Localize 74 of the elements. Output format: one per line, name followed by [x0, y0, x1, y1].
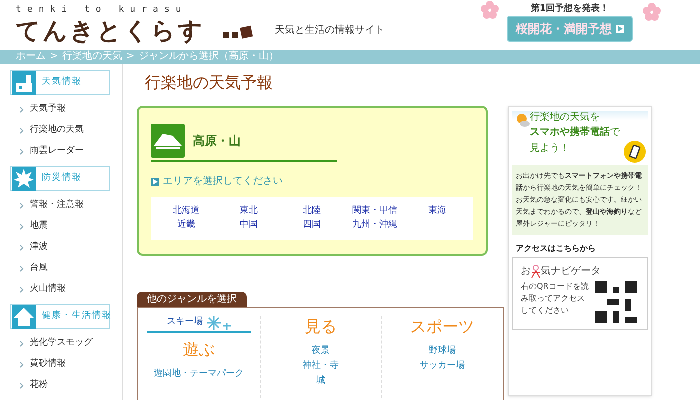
snowflake-icon [206, 316, 231, 330]
sidebar-category: 健康・生活情報 [10, 304, 110, 329]
blossom-icon [642, 2, 662, 22]
sidebar-category: 天気情報 [10, 70, 110, 95]
chevron-icon [20, 286, 24, 292]
genre-link[interactable]: スキー場 [166, 316, 203, 330]
genre-heading: 遊ぶ [182, 339, 215, 361]
mountain-icon [151, 124, 185, 158]
access-title: アクセスはこちらから [515, 243, 597, 255]
chevron-icon [20, 244, 24, 250]
sidebar-link[interactable]: 黄砂情報 [30, 358, 66, 372]
sidebar-link[interactable]: 行楽地の天気 [30, 124, 84, 138]
sidebar-link[interactable]: 津波 [30, 240, 48, 254]
sidebar-link[interactable]: 天気予報 [30, 102, 66, 116]
sidebar-link[interactable]: 火山情報 [30, 282, 66, 296]
burst-icon [12, 166, 36, 190]
app-logo-text: お [521, 265, 531, 279]
sidebar-link[interactable]: 警報・注意報 [30, 198, 84, 212]
qr-code-drawing [595, 281, 637, 323]
area-link[interactable]: 中国 [218, 219, 281, 232]
area-prompt: エリアを選択してください [163, 175, 283, 189]
genre-title: 高原・山 [193, 133, 241, 150]
promo-note: 第1回予想を発表！ [530, 2, 610, 16]
sidebar-link[interactable]: 地震 [30, 220, 48, 234]
logo-romaji: tenki to kurasu [16, 4, 188, 16]
panel-heading: 行楽地の天気を [530, 111, 600, 125]
chevron-icon [20, 106, 24, 112]
chevron-icon [20, 224, 24, 230]
genre-heading: 見る [304, 316, 337, 338]
chevron-icon [20, 340, 24, 346]
genre-link[interactable]: 夜景 [312, 344, 330, 359]
chevron-icon [20, 362, 24, 368]
sidebar-link[interactable]: 花粉 [30, 378, 48, 392]
area-link[interactable]: 北陸 [280, 205, 344, 218]
panel-heading: スマホや携帯電話で [530, 126, 620, 140]
area-link[interactable]: 東北 [218, 205, 281, 218]
genre-link[interactable]: 神社・寺 [302, 359, 339, 374]
area-link[interactable]: 関東・甲信 [343, 205, 406, 218]
breadcrumb-separator: > [126, 50, 135, 64]
sidebar-category: 防災情報 [10, 166, 110, 191]
page-title: 行楽地の天気予報 [144, 72, 274, 94]
panel-heading: 見よう！ [530, 142, 570, 156]
blossom-icon [480, 0, 500, 20]
site-tagline: 天気と生活の情報サイト [275, 24, 385, 38]
chevron-icon [20, 382, 24, 388]
phone-icon [624, 141, 646, 163]
area-link[interactable]: 近畿 [155, 219, 218, 232]
sun-cloud-icon [516, 113, 530, 127]
play-icon [616, 25, 624, 33]
area-link[interactable]: 九州・沖縄 [343, 219, 406, 232]
qr-instructions: 右のQRコードを読み取ってアクセスしてください [521, 281, 590, 317]
breadcrumb-separator: > [50, 50, 58, 64]
sidebar-link[interactable]: 光化学スモッグ [30, 336, 93, 350]
area-link[interactable]: 北海道 [155, 205, 218, 218]
site-logo[interactable]: てんきとくらす [16, 16, 205, 46]
app-logo-text: 気ナビゲータ [541, 265, 601, 279]
genre-link[interactable]: 遊園地・テーマパーク [154, 367, 244, 382]
area-link[interactable]: 四国 [280, 219, 344, 232]
sidebar-link[interactable]: 台風 [30, 262, 48, 276]
genre-heading: スポーツ [410, 316, 475, 338]
chevron-icon [20, 148, 24, 154]
chevron-icon [20, 202, 24, 208]
building-icon [12, 70, 36, 94]
area-link[interactable]: 東海 [406, 205, 469, 218]
genre-link[interactable]: 城 [316, 374, 326, 389]
figure-icon [531, 264, 541, 278]
chevron-icon [20, 266, 24, 272]
chevron-icon [20, 128, 24, 134]
squares-logo-icon [223, 24, 253, 40]
genre-link[interactable]: 野球場 [429, 344, 456, 359]
play-icon [151, 178, 159, 186]
genre-link[interactable]: サッカー場 [420, 359, 466, 374]
house-icon [12, 304, 36, 328]
sidebar-link[interactable]: 雨雲レーダー [30, 144, 84, 158]
